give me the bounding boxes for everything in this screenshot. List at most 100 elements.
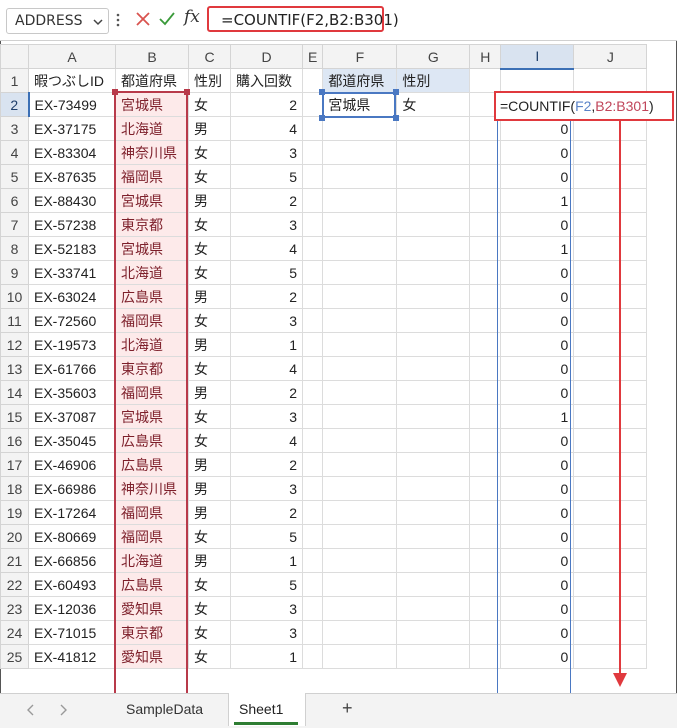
tab-sampledata[interactable]: SampleData [126,701,203,717]
column-header-d[interactable]: D [230,44,303,69]
cell[interactable]: EX-12036 [28,596,116,621]
cell[interactable]: 2 [230,500,303,525]
cell[interactable]: 2 [230,188,303,213]
cell[interactable] [396,284,471,309]
cell[interactable]: 5 [230,164,303,189]
column-header-f[interactable]: F [322,44,398,69]
cell[interactable]: EX-46906 [28,452,116,477]
cell[interactable] [469,68,502,93]
cell[interactable] [396,452,471,477]
cell[interactable]: 0 [500,356,575,381]
cell[interactable] [469,644,502,669]
cell[interactable]: 0 [500,620,575,645]
cell[interactable] [469,548,502,573]
cell[interactable]: 女 [188,260,231,285]
check-mark-icon[interactable] [158,11,176,27]
cell[interactable]: 女 [188,644,231,669]
cell[interactable]: 0 [500,524,575,549]
cell[interactable]: 宮城県 [115,188,189,213]
cell[interactable]: 0 [500,428,575,453]
cell[interactable] [396,164,471,189]
row-header[interactable]: 10 [0,284,29,309]
cell[interactable]: 1 [500,404,575,429]
cell[interactable] [301,524,324,549]
cell[interactable] [469,596,502,621]
cell[interactable] [469,140,502,165]
cell[interactable]: 東京都 [115,620,189,645]
chevron-right-icon[interactable] [56,703,70,717]
cell[interactable] [322,524,398,549]
cell[interactable]: 女 [188,164,231,189]
cell[interactable]: EX-19573 [28,332,116,357]
cell[interactable] [322,380,398,405]
x-mark-icon[interactable] [135,11,151,27]
cell[interactable] [396,236,471,261]
cell[interactable]: EX-71015 [28,620,116,645]
cell[interactable]: 北海道 [115,116,189,141]
cell[interactable] [469,284,502,309]
range-handle[interactable] [393,115,399,121]
cell[interactable]: 女 [188,92,231,117]
row-header[interactable]: 18 [0,476,29,501]
column-header-b[interactable]: B [115,44,189,69]
column-header-i[interactable]: I [500,44,575,70]
cell[interactable]: EX-73499 [28,92,116,117]
cell[interactable]: 男 [188,548,231,573]
cell[interactable] [396,404,471,429]
cell[interactable] [322,548,398,573]
cell[interactable]: 5 [230,572,303,597]
cell[interactable]: 2 [230,380,303,405]
cell[interactable] [301,428,324,453]
cell[interactable]: EX-60493 [28,572,116,597]
cell[interactable]: 女 [188,524,231,549]
cell[interactable] [396,644,471,669]
cell[interactable] [322,620,398,645]
row-header[interactable]: 1 [0,68,29,93]
cell[interactable]: EX-66856 [28,548,116,573]
cell[interactable] [301,260,324,285]
cell[interactable]: 福岡県 [115,380,189,405]
formula-input[interactable]: =COUNTIF(F2,B2:B301) [207,6,399,32]
cell[interactable] [500,68,575,93]
row-header[interactable]: 9 [0,260,29,285]
cell[interactable] [469,236,502,261]
cell[interactable] [301,620,324,645]
cell[interactable] [469,308,502,333]
cell[interactable]: 0 [500,164,575,189]
cell[interactable]: 男 [188,476,231,501]
cell[interactable]: 宮城県 [115,404,189,429]
cell[interactable] [322,596,398,621]
active-cell-editor[interactable]: =COUNTIF(F2,B2:B301) [494,91,674,121]
cell[interactable]: 0 [500,212,575,237]
cell[interactable] [301,164,324,189]
cell[interactable] [396,620,471,645]
cell[interactable]: EX-63024 [28,284,116,309]
cell[interactable]: 北海道 [115,260,189,285]
column-header-c[interactable]: C [188,44,231,69]
cell[interactable] [469,524,502,549]
cell[interactable] [573,68,648,93]
cell[interactable]: 男 [188,500,231,525]
cell[interactable] [301,92,324,117]
row-header[interactable]: 17 [0,452,29,477]
cell[interactable]: 4 [230,428,303,453]
cell[interactable]: 3 [230,140,303,165]
cell[interactable]: 5 [230,260,303,285]
cell[interactable]: 女 [396,92,471,117]
cell[interactable]: 福岡県 [115,164,189,189]
cell[interactable] [322,188,398,213]
cell[interactable]: 男 [188,452,231,477]
cell[interactable]: 愛知県 [115,596,189,621]
cell[interactable]: 女 [188,620,231,645]
cell[interactable]: 性別 [396,68,471,93]
cell[interactable] [322,404,398,429]
cell[interactable]: 女 [188,236,231,261]
name-box[interactable]: ADDRESS [6,8,109,34]
cell[interactable] [301,284,324,309]
cell[interactable]: 宮城県 [115,92,189,117]
cell[interactable]: 0 [500,548,575,573]
cell[interactable]: 福岡県 [115,524,189,549]
cell[interactable]: 0 [500,332,575,357]
cell[interactable]: 女 [188,404,231,429]
cell[interactable]: EX-41812 [28,644,116,669]
